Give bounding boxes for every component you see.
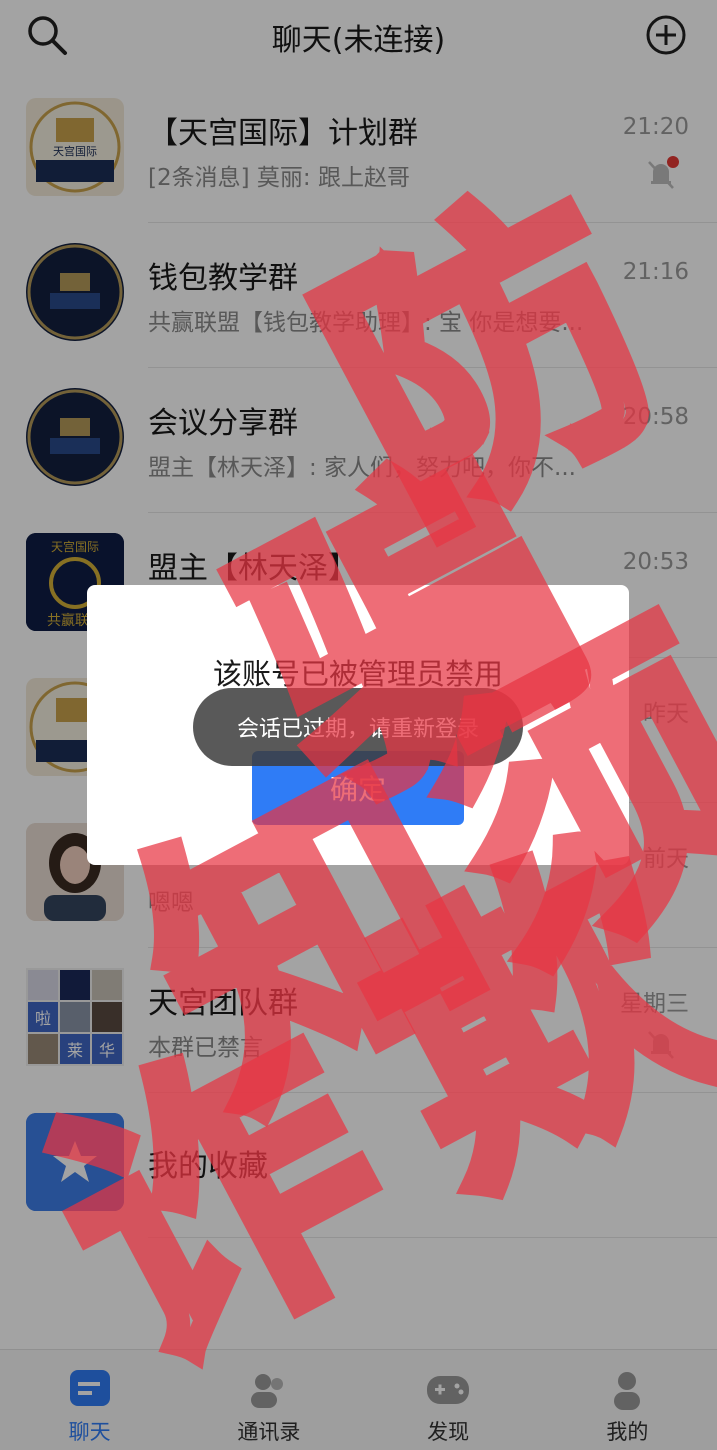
dialog-message: 该账号已被管理员禁用 [212, 657, 503, 691]
session-expired-toast: 会话已过期，请重新登录 [193, 688, 523, 766]
